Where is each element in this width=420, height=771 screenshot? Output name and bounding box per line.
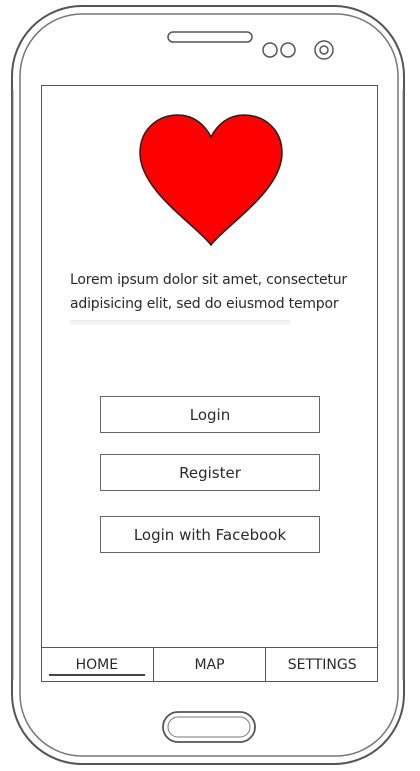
intro-text-fade [70, 320, 290, 326]
front-camera-icon [314, 40, 334, 60]
home-button-icon[interactable] [162, 711, 256, 743]
speaker-slot-icon [167, 31, 253, 43]
login-with-facebook-button[interactable]: Login with Facebook [100, 516, 320, 553]
tab-map-label: MAP [194, 656, 225, 673]
tab-map[interactable]: MAP [152, 648, 266, 681]
register-button[interactable]: Register [100, 454, 320, 491]
intro-text: Lorem ipsum dolor sit amet, consectetur … [70, 272, 347, 312]
tab-settings[interactable]: SETTINGS [265, 648, 378, 681]
heart-icon [139, 114, 283, 247]
tab-home-label: HOME [75, 656, 119, 673]
bottom-tab-bar: HOME MAP SETTINGS [41, 647, 378, 681]
tab-home[interactable]: HOME [41, 648, 153, 681]
tab-settings-label: SETTINGS [287, 656, 357, 673]
login-button[interactable]: Login [100, 396, 320, 433]
